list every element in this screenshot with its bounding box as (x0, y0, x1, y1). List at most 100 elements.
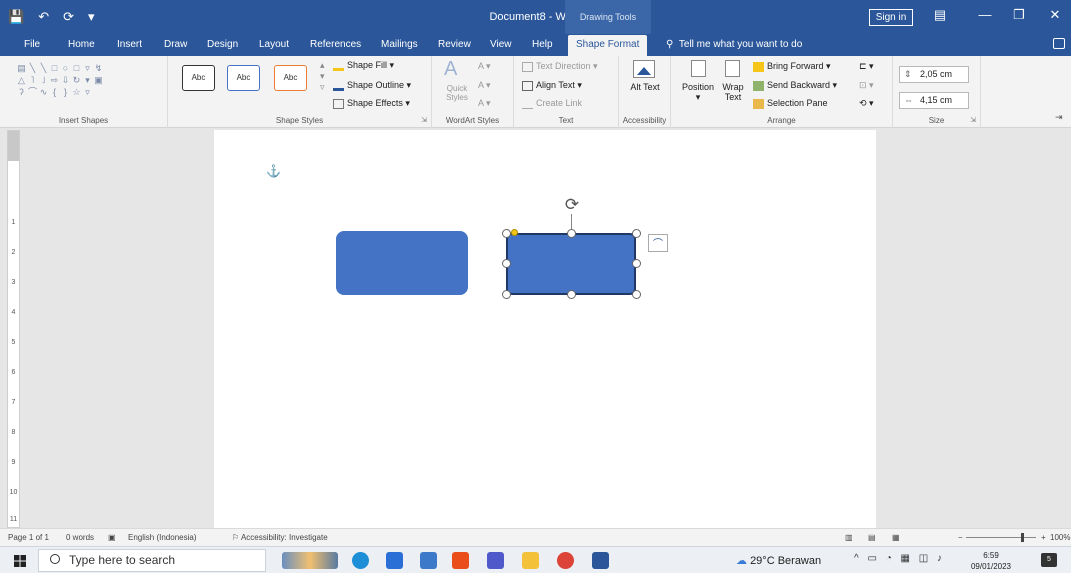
dialog-launcher-icon[interactable]: ⇲ (421, 116, 427, 124)
zoom-out-button[interactable]: − (958, 533, 963, 542)
wrap-text-button[interactable]: Wrap Text (719, 82, 747, 102)
zoom-in-button[interactable]: + (1041, 533, 1046, 542)
style-gallery-scroll-icon[interactable]: ▴ ▾ ▿ (320, 60, 325, 93)
group-icon[interactable]: ⊡ ▾ (859, 80, 874, 91)
text-direction-button[interactable]: Text Direction ▾ (522, 61, 598, 72)
office-app-icon[interactable] (452, 552, 469, 569)
resize-handle-bottom-right[interactable] (632, 290, 641, 299)
taskbar-search-box[interactable]: Type here to search (38, 549, 266, 572)
taskbar-highlight-image-icon[interactable] (282, 552, 338, 569)
vertical-ruler[interactable]: 1 2 3 4 5 6 7 8 9 10 11 (7, 130, 20, 528)
quick-styles-button[interactable]: Quick Styles (442, 84, 472, 102)
tab-draw[interactable]: Draw (164, 39, 187, 50)
tab-design[interactable]: Design (207, 39, 238, 50)
tab-file[interactable]: File (24, 39, 40, 50)
weather-widget[interactable]: ☁ 29°C Berawan (736, 554, 821, 567)
shape-style-preset-3[interactable]: Abc (274, 65, 307, 91)
shape-style-preset-1[interactable]: Abc (182, 65, 215, 91)
proofing-icon[interactable]: ▣ (108, 533, 116, 542)
tab-view[interactable]: View (490, 39, 512, 50)
shape-effects-button[interactable]: Shape Effects ▾ (333, 98, 410, 109)
tab-layout[interactable]: Layout (259, 39, 289, 50)
language-indicator[interactable]: English (Indonesia) (128, 533, 196, 542)
corner-radius-adjust-handle[interactable] (511, 229, 518, 236)
tab-help[interactable]: Help (532, 39, 553, 50)
alt-text-icon[interactable] (633, 60, 655, 78)
store-app-icon[interactable] (386, 552, 403, 569)
tab-review[interactable]: Review (438, 39, 471, 50)
tab-shape-format[interactable]: Shape Format (568, 35, 648, 56)
rotate-icon[interactable]: ⟲ ▾ (859, 98, 874, 109)
wrap-text-icon[interactable] (725, 60, 740, 77)
align-text-button[interactable]: Align Text ▾ (522, 80, 582, 91)
send-backward-button[interactable]: Send Backward ▾ (753, 80, 837, 91)
edge-browser-icon[interactable] (352, 552, 369, 569)
close-button[interactable]: ✕ (1040, 7, 1070, 23)
zoom-slider-thumb[interactable] (1021, 533, 1024, 542)
resize-handle-right[interactable] (632, 259, 641, 268)
selected-rounded-rectangle-shape[interactable] (506, 233, 636, 295)
file-explorer-icon[interactable] (522, 552, 539, 569)
shapes-gallery[interactable]: ▤ ╲ ╲ □ ○ □ ▿ ↯ △ ˥ ˩ ⇨ ⇩ ↻ ▾ ▣ ʔ ⌒ ∿{} ☆ ▿ (16, 62, 136, 98)
position-icon[interactable] (691, 60, 706, 77)
clock[interactable]: 6:59 09/01/2023 (966, 550, 1016, 572)
word-app-icon[interactable] (592, 552, 609, 569)
alt-text-button[interactable]: Alt Text (629, 82, 661, 92)
text-fill-icon[interactable]: A ▾ (478, 61, 491, 72)
resize-handle-bottom-left[interactable] (502, 290, 511, 299)
position-button[interactable]: Position ▾ (677, 82, 719, 103)
system-tray-icons[interactable]: ^ ▭ ◔ ▦ ◫ ♪ (854, 553, 945, 564)
windows-taskbar: Type here to search ☁ 29°C Berawan ^ ▭ ◔… (0, 546, 1071, 573)
bring-forward-button[interactable]: Bring Forward ▾ (753, 61, 831, 72)
teams-app-icon[interactable] (487, 552, 504, 569)
comments-icon[interactable] (1053, 38, 1065, 49)
align-icon[interactable]: ⊏ ▾ (859, 61, 874, 72)
web-layout-icon[interactable]: ▦ (892, 533, 900, 542)
windows-start-icon[interactable] (14, 555, 26, 567)
pin-ribbon-icon[interactable]: ⇥ (1055, 112, 1063, 123)
minimize-button[interactable]: — (970, 7, 1000, 22)
text-effects-icon[interactable]: A ▾ (478, 98, 491, 109)
photos-app-icon[interactable] (420, 552, 437, 569)
read-mode-icon[interactable]: ▥ (845, 533, 853, 542)
restore-button[interactable]: ❐ (1004, 7, 1034, 23)
size-dialog-launcher-icon[interactable]: ⇲ (970, 116, 976, 124)
tab-home[interactable]: Home (68, 39, 95, 50)
ribbon-display-options-icon[interactable]: ▤ (925, 7, 955, 23)
text-group-label: Text (558, 116, 574, 125)
shape-style-preset-2[interactable]: Abc (227, 65, 260, 91)
layout-options-icon[interactable]: ⌒ (648, 234, 668, 252)
selection-pane-button[interactable]: Selection Pane (753, 98, 828, 109)
tell-me-search[interactable]: ⚲ Tell me what you want to do (666, 39, 802, 50)
resize-handle-bottom[interactable] (567, 290, 576, 299)
text-outline-icon[interactable]: A ▾ (478, 80, 491, 91)
wordart-quick-styles-icon[interactable]: A (444, 58, 457, 81)
resize-handle-top-left[interactable] (502, 229, 511, 238)
effects-icon (333, 98, 344, 109)
zoom-level[interactable]: 100% (1050, 533, 1070, 542)
tab-references[interactable]: References (310, 39, 361, 50)
accessibility-status[interactable]: ⚐ Accessibility: Investigate (232, 533, 328, 542)
print-layout-icon[interactable]: ▤ (868, 533, 876, 542)
page-count[interactable]: Page 1 of 1 (8, 533, 49, 542)
zoom-slider[interactable] (966, 537, 1036, 538)
rounded-rectangle-shape[interactable] (336, 231, 468, 295)
notification-center-icon[interactable]: 5 (1041, 553, 1057, 567)
resize-handle-left[interactable] (502, 259, 511, 268)
word-count[interactable]: 0 words (66, 533, 94, 542)
more-shapes-icon: ▾ (85, 75, 90, 85)
shape-outline-button[interactable]: Shape Outline ▾ (333, 80, 411, 91)
resize-handle-top-right[interactable] (632, 229, 641, 238)
create-link-button[interactable]: Create Link (522, 98, 582, 109)
document-page[interactable] (214, 130, 876, 528)
resize-handle-top[interactable] (567, 229, 576, 238)
chrome-browser-icon[interactable] (557, 552, 574, 569)
tab-insert[interactable]: Insert (117, 39, 142, 50)
shape-fill-button[interactable]: Shape Fill ▾ (333, 60, 394, 71)
anchor-icon[interactable]: ⚓ (266, 164, 281, 178)
sign-in-button[interactable]: Sign in (869, 9, 913, 26)
rotate-handle-icon[interactable]: ⟳ (562, 196, 582, 216)
shape-height-field[interactable]: ⇕ 2,05 cm (899, 66, 969, 83)
shape-width-field[interactable]: ⇔ 4,15 cm (899, 92, 969, 109)
tab-mailings[interactable]: Mailings (381, 39, 418, 50)
